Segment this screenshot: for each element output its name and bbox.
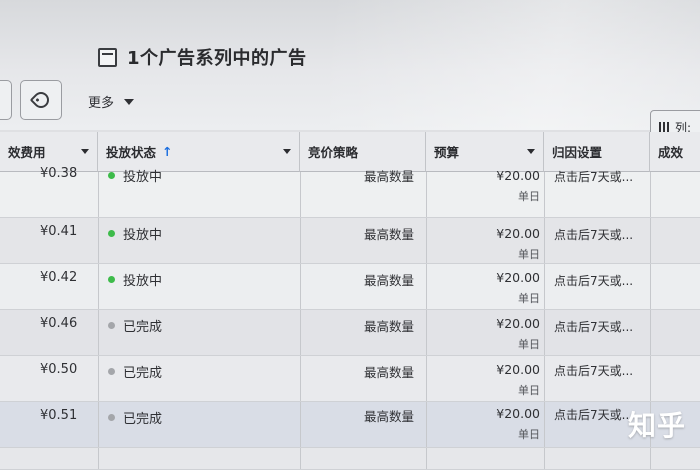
bid-strategy: 最高数量: [364, 169, 415, 184]
delivery-status: 投放中: [108, 224, 162, 243]
more-label: 更多: [88, 96, 115, 111]
status-label: 已完成: [123, 320, 163, 335]
status-label: 已完成: [123, 366, 163, 381]
budget-amount: ¥20.00: [496, 226, 540, 241]
column-label: 投放状态: [106, 145, 157, 160]
bid-strategy: 最高数量: [364, 273, 415, 288]
budget-period: 单日: [518, 384, 540, 397]
budget-period: 单日: [518, 248, 540, 261]
column-header-attribution[interactable]: 归因设置: [544, 132, 650, 172]
breadcrumb-title: 1个广告系列中的广告: [127, 48, 307, 69]
tag-icon: [29, 88, 53, 112]
attribution-setting: 点击后7天或...: [554, 274, 634, 288]
status-label: 已完成: [123, 412, 163, 427]
status-dot-icon: [108, 322, 115, 329]
table-row[interactable]: ¥0.41 投放中 最高数量 ¥20.00 单日 点击后7天或...: [0, 218, 700, 264]
ad-set-icon: [98, 47, 117, 67]
column-header-results[interactable]: 成效: [650, 132, 700, 172]
delivery-status: 已完成: [108, 316, 162, 335]
cost-per-result: ¥0.51: [40, 408, 78, 423]
column-label: 竞价策略: [308, 145, 359, 160]
status-dot-icon: [108, 172, 115, 179]
tag-button[interactable]: [20, 80, 62, 120]
delivery-status: 投放中: [108, 270, 162, 289]
table-row[interactable]: ¥0.38 投放中 最高数量 ¥20.00 单日 点击后7天或...: [0, 166, 700, 218]
status-dot-icon: [108, 276, 115, 283]
status-dot-icon: [108, 414, 115, 421]
delivery-status: 已完成: [108, 362, 162, 381]
bid-strategy: 最高数量: [364, 409, 415, 424]
cost-per-result: ¥0.41: [40, 224, 78, 239]
budget-amount: ¥20.00: [496, 168, 540, 183]
budget-period: 单日: [518, 292, 540, 305]
bid-strategy: 最高数量: [364, 227, 415, 242]
budget-period: 单日: [518, 190, 540, 203]
status-label: 投放中: [123, 228, 163, 243]
cost-per-result: ¥0.50: [40, 362, 78, 377]
status-dot-icon: [108, 230, 115, 237]
column-label: 归因设置: [552, 145, 603, 160]
bid-strategy: 最高数量: [364, 319, 415, 334]
column-label: 成效: [658, 145, 684, 160]
cost-per-result: ¥0.38: [40, 166, 78, 181]
column-label: 效费用: [8, 145, 46, 160]
delivery-status: 已完成: [108, 408, 162, 427]
attribution-setting: 点击后7天或...: [554, 364, 634, 378]
breadcrumb[interactable]: 1个广告系列中的广告: [98, 44, 307, 70]
cost-per-result: ¥0.46: [40, 316, 78, 331]
bid-strategy: 最高数量: [364, 365, 415, 380]
table-row[interactable]: ¥0.50 已完成 最高数量 ¥20.00 单日 点击后7天或...: [0, 356, 700, 402]
budget-amount: ¥20.00: [496, 362, 540, 377]
attribution-setting: 点击后7天或...: [554, 170, 634, 184]
zhihu-watermark: 知乎: [628, 409, 687, 442]
budget-amount: ¥20.00: [496, 316, 540, 331]
table-row-partial: [0, 448, 700, 470]
column-header-budget[interactable]: 预算: [426, 132, 544, 172]
column-label: 预算: [434, 145, 460, 160]
budget-period: 单日: [518, 338, 540, 351]
budget-amount: ¥20.00: [496, 406, 540, 421]
columns-icon: [659, 122, 669, 132]
more-dropdown[interactable]: 更多: [88, 92, 135, 111]
budget-period: 单日: [518, 428, 540, 441]
toolbar-button-partial[interactable]: [0, 80, 12, 120]
table-row[interactable]: ¥0.46 已完成 最高数量 ¥20.00 单日 点击后7天或...: [0, 310, 700, 356]
delivery-status: 投放中: [108, 166, 162, 185]
attribution-setting: 点击后7天或...: [554, 228, 634, 242]
table-row[interactable]: ¥0.42 投放中 最高数量 ¥20.00 单日 点击后7天或...: [0, 264, 700, 310]
sort-ascending-icon[interactable]: ↑: [162, 144, 172, 159]
status-label: 投放中: [123, 170, 163, 185]
attribution-setting: 点击后7天或...: [554, 408, 634, 422]
status-label: 投放中: [123, 274, 163, 289]
ads-table: 效费用 投放状态 ↑ 竞价策略 预算 归因设置 成效 ¥0.38 投放中 最高数…: [0, 132, 700, 470]
caret-down-icon[interactable]: [283, 149, 291, 154]
caret-down-icon: [124, 98, 135, 105]
cost-per-result: ¥0.42: [40, 270, 78, 285]
caret-down-icon[interactable]: [527, 149, 535, 154]
budget-amount: ¥20.00: [496, 270, 540, 285]
table-row[interactable]: ¥0.51 已完成 最高数量 ¥20.00 单日 点击后7天或...: [0, 402, 700, 448]
caret-down-icon[interactable]: [81, 149, 89, 154]
attribution-setting: 点击后7天或...: [554, 320, 634, 334]
status-dot-icon: [108, 368, 115, 375]
